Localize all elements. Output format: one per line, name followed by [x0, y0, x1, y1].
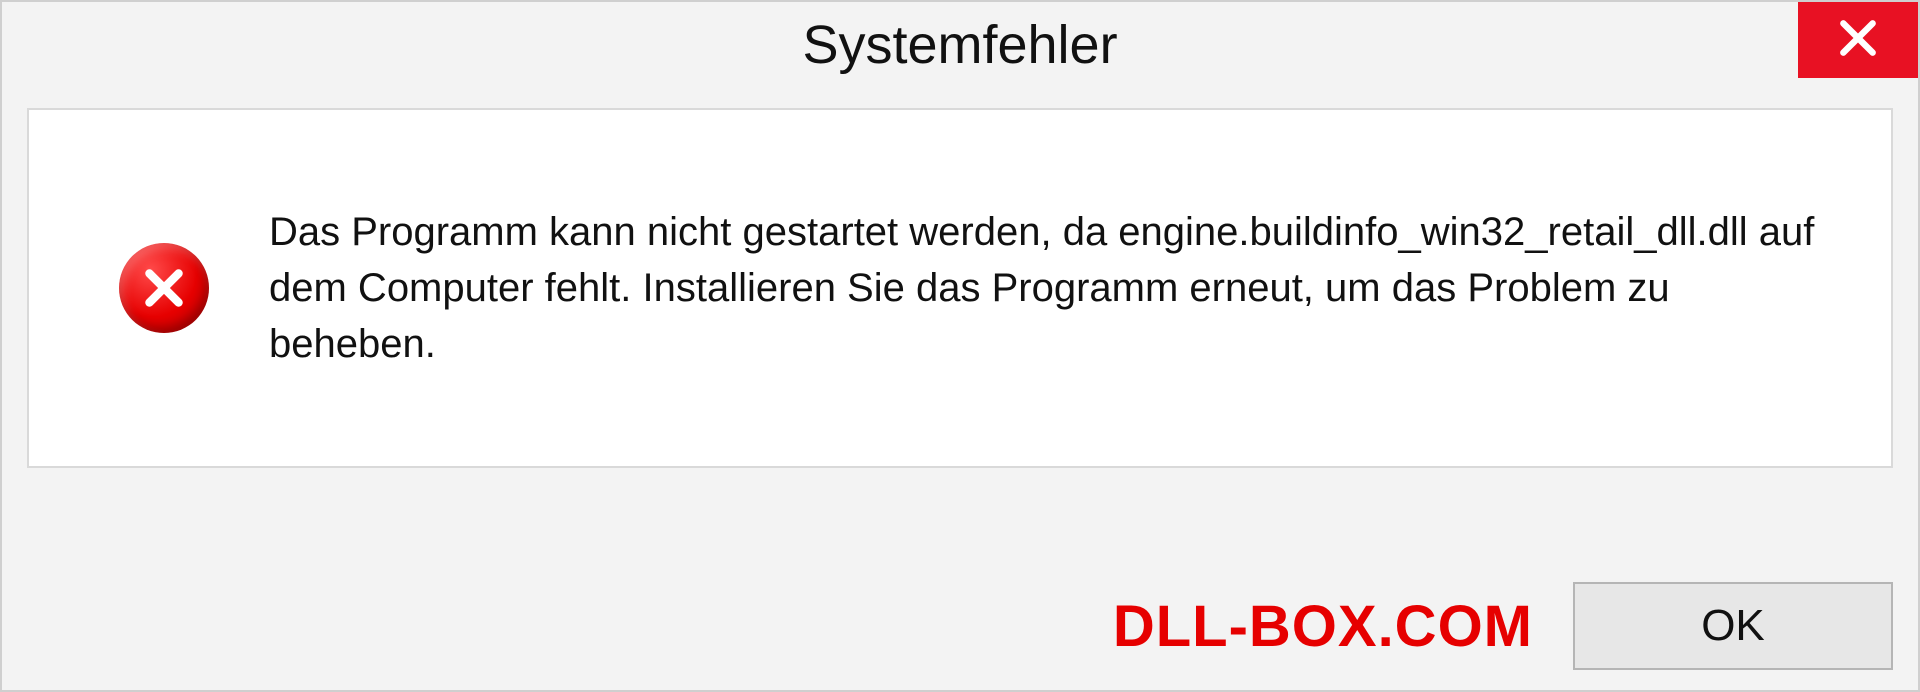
watermark-text: DLL-BOX.COM [1113, 593, 1533, 660]
dialog-title: Systemfehler [802, 14, 1117, 76]
close-button[interactable] [1798, 2, 1918, 78]
error-message: Das Programm kann nicht gestartet werden… [269, 204, 1821, 372]
dialog-footer: DLL-BOX.COM OK [2, 582, 1918, 670]
titlebar: Systemfehler [2, 2, 1918, 88]
error-icon [119, 243, 209, 333]
ok-button[interactable]: OK [1573, 582, 1893, 670]
close-icon [1836, 16, 1880, 65]
error-icon-wrap [119, 243, 209, 333]
error-dialog: Systemfehler Das Programm kann nicht ges… [0, 0, 1920, 692]
content-panel: Das Programm kann nicht gestartet werden… [27, 108, 1893, 468]
